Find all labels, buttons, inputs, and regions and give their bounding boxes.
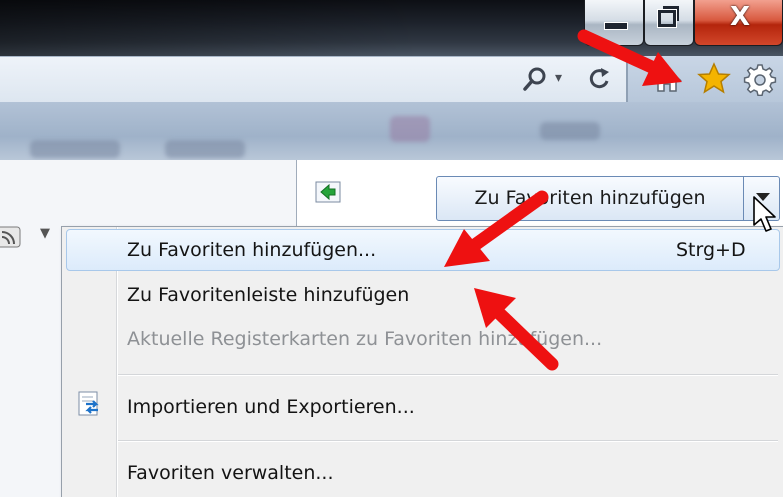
menu-separator-highlight: [118, 375, 778, 376]
rss-icon[interactable]: [0, 226, 24, 248]
gear-icon[interactable]: [743, 62, 777, 96]
search-icon[interactable]: [520, 64, 550, 94]
blurred-tab: [30, 140, 120, 158]
menu-item-label: Zu Favoriten hinzufügen...: [127, 239, 377, 261]
close-icon: X: [729, 2, 751, 32]
blurred-icon: [390, 116, 430, 142]
menu-item-label: Importieren und Exportieren...: [127, 396, 415, 418]
blurred-tab: [165, 140, 245, 158]
mouse-cursor-icon: [753, 196, 776, 232]
title-bar-glow: [0, 0, 600, 56]
menu-item-shortcut: Strg+D: [676, 239, 746, 261]
menu-item-label: Zu Favoritenleiste hinzufügen: [127, 284, 410, 306]
import-export-icon: [78, 391, 99, 416]
menu-item-label: Favoriten verwalten...: [127, 462, 334, 484]
star-icon[interactable]: [696, 61, 732, 97]
pin-favorites-center-icon[interactable]: [315, 181, 341, 203]
annotation-arrow-to-star: [577, 29, 682, 86]
menu-separator-highlight: [118, 441, 778, 442]
blurred-tab: [540, 122, 600, 140]
annotation-arrow-to-favorites-bar: [474, 288, 559, 371]
annotation-arrow-to-add-favorites: [444, 190, 549, 267]
search-dropdown-icon[interactable]: ▾: [555, 70, 562, 86]
rss-dropdown-icon[interactable]: ▼: [40, 226, 50, 241]
